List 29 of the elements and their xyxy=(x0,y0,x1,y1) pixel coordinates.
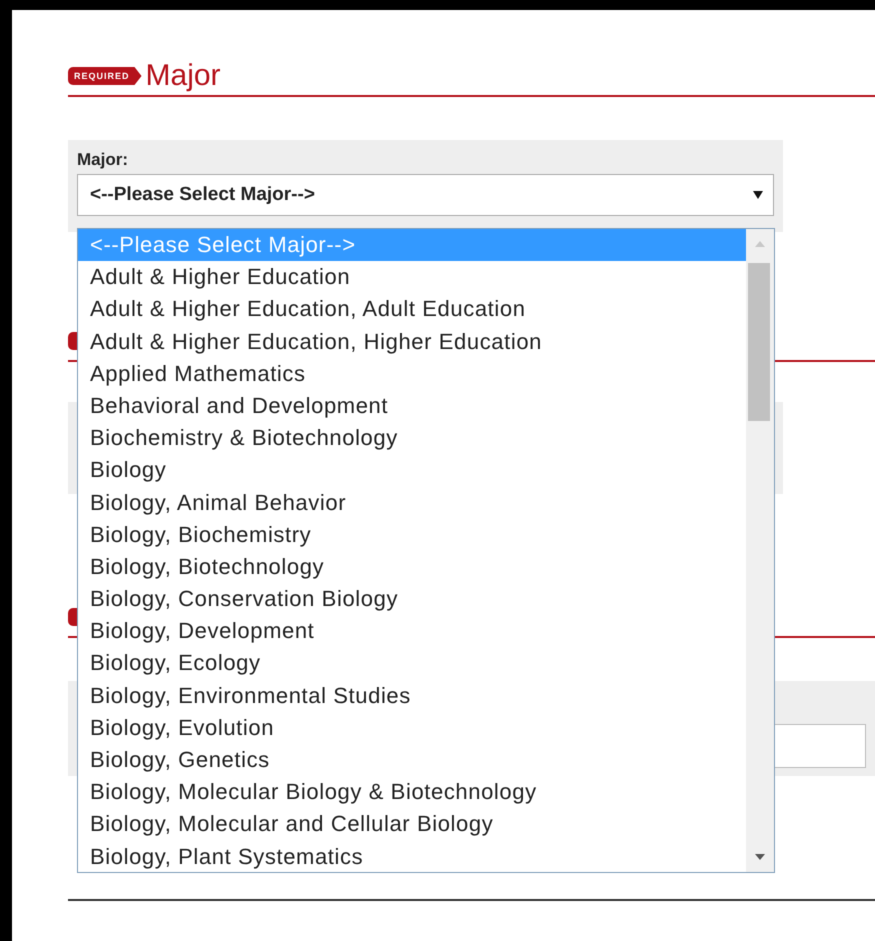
options-dropdown-menu[interactable] xyxy=(77,228,775,873)
scrollbar[interactable] xyxy=(746,229,774,872)
section-title: Major xyxy=(146,61,221,91)
dropdown-option[interactable]: Biology, Animal Behavior xyxy=(78,486,746,519)
dropdown-option[interactable]: Biology xyxy=(78,454,746,486)
caret-icon xyxy=(753,191,763,199)
dropdown-option[interactable]: Adult & Higher Education, Adult Education xyxy=(78,293,746,326)
dropdown-option[interactable]: Biology, Genetics xyxy=(78,744,746,776)
dropdown-option[interactable]: Biology, Molecular and Cellular Biology xyxy=(78,808,746,841)
dropdown-option[interactable]: Biology, Evolution xyxy=(78,712,746,744)
dropdown-option[interactable]: Biochemistry & Biotechnology xyxy=(78,422,746,454)
dropdown-option[interactable]: Biology, Ecology xyxy=(78,647,746,680)
field-label: Major: xyxy=(77,150,129,170)
dropdown-option[interactable]: Biology, Environmental Studies xyxy=(78,680,746,712)
dropdown-option[interactable]: Biology, Plant Systematics xyxy=(78,840,746,872)
dropdown-option[interactable]: Adult & Higher Education, Higher Education xyxy=(78,326,746,358)
dropdown-option[interactable]: Behavioral and Development xyxy=(78,390,746,422)
scroll-up-icon[interactable] xyxy=(755,241,765,247)
scrollbar-thumb[interactable] xyxy=(748,263,770,421)
required-badge: REQUIRED xyxy=(68,67,142,85)
dropdown-option[interactable]: Biology, Molecular Biology & Biotechnology xyxy=(78,776,746,808)
dropdown-option[interactable]: Biology, Biotechnology xyxy=(78,550,746,584)
dropdown-option[interactable]: Biology, Conservation Biology xyxy=(78,583,746,616)
scroll-down-icon[interactable] xyxy=(755,854,765,860)
major-select[interactable]: <--Please Select Major--> xyxy=(77,174,774,216)
dropdown-option[interactable]: Biology, Development xyxy=(78,615,746,648)
dropdown-option[interactable]: Applied Mathematics xyxy=(78,358,746,390)
dropdown-option[interactable]: Adult & Higher Education xyxy=(78,261,746,294)
dropdown-option[interactable]: Biology, Biochemistry xyxy=(78,518,746,551)
